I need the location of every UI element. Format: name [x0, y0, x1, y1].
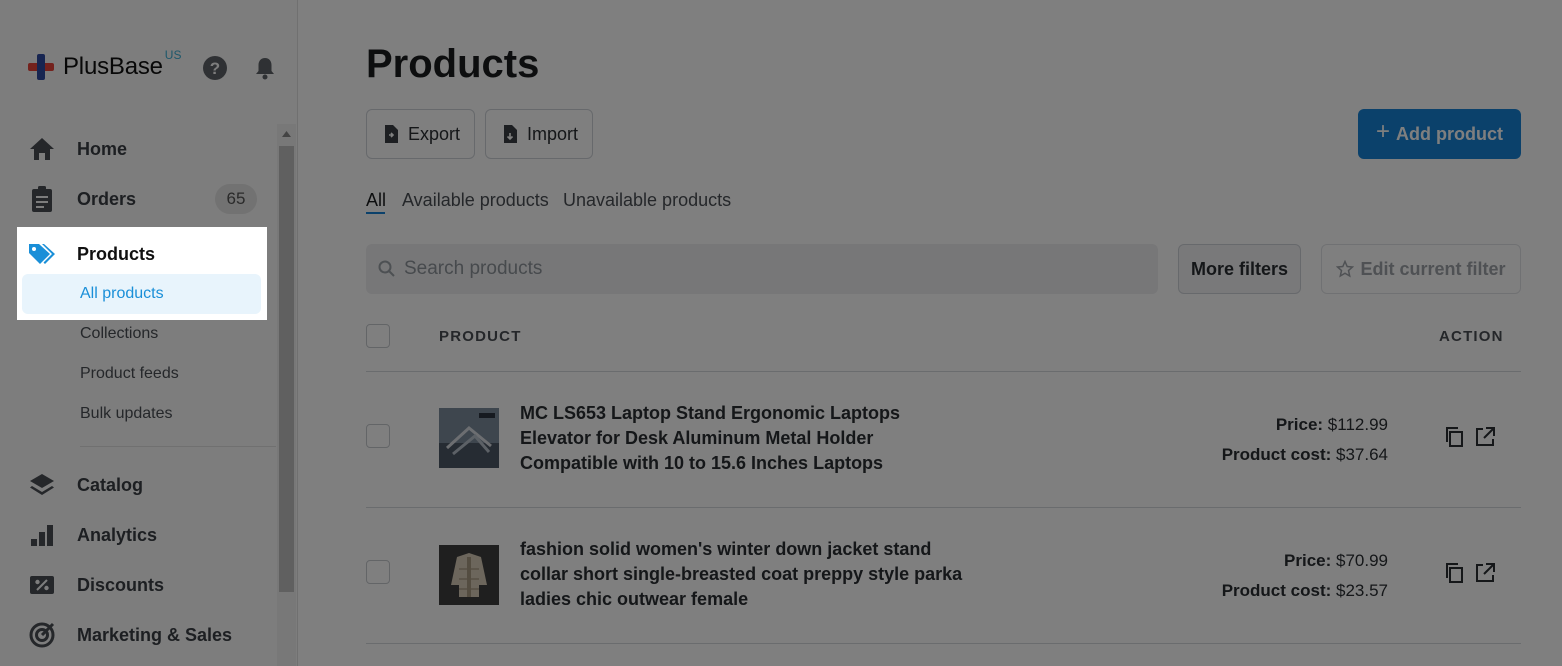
sidebar-item-products-highlighted[interactable]: Products	[26, 236, 266, 272]
row-divider	[366, 507, 1521, 508]
brand-name: PlusBase	[63, 53, 163, 80]
page-title: Products	[366, 42, 540, 86]
sidebar-item-label: Analytics	[77, 524, 158, 545]
sidebar-item-label: Marketing & Sales	[77, 624, 233, 645]
add-product-label: Add product	[1396, 123, 1503, 144]
sidebar-item-label: Products	[77, 243, 156, 264]
tutorial-spotlight: Products All products	[17, 227, 267, 320]
row-checkbox[interactable]	[366, 424, 390, 448]
sidebar: PlusBase US ? Home Orders 65 Collections…	[0, 0, 298, 666]
svg-text:?: ?	[210, 59, 220, 78]
table-header-divider	[366, 371, 1521, 372]
export-label: Export	[407, 123, 461, 144]
product-cost: Product cost: $23.57	[1221, 581, 1388, 600]
file-import-icon	[503, 125, 517, 143]
duplicate-icon[interactable]	[1444, 562, 1466, 584]
product-price: Price: $70.99	[1284, 551, 1388, 570]
sidebar-item-orders[interactable]: Orders 65	[26, 181, 266, 217]
help-icon[interactable]: ?	[202, 55, 228, 81]
sidebar-subitem-product-feeds[interactable]: Product feeds	[80, 365, 179, 383]
sidebar-divider	[80, 446, 276, 447]
search-input[interactable]	[404, 258, 1104, 280]
layers-icon	[26, 469, 58, 501]
column-header-action: ACTION	[1439, 328, 1504, 345]
select-all-checkbox[interactable]	[366, 324, 390, 348]
sidebar-item-analytics[interactable]: Analytics	[26, 517, 266, 553]
more-filters-button[interactable]: More filters	[1178, 244, 1301, 294]
product-title[interactable]: MC LS653 Laptop Stand Ergonomic Laptops …	[520, 401, 960, 476]
sidebar-scrollbar-thumb[interactable]	[279, 146, 294, 592]
sidebar-item-discounts[interactable]: Discounts	[26, 567, 266, 603]
sidebar-item-marketing-sales[interactable]: Marketing & Sales	[26, 617, 266, 653]
tab-all[interactable]: All	[366, 190, 386, 211]
sidebar-item-label: Home	[77, 138, 128, 159]
tab-unavailable-products[interactable]: Unavailable products	[563, 190, 731, 211]
product-title[interactable]: fashion solid women's winter down jacket…	[520, 537, 980, 612]
sidebar-item-home[interactable]: Home	[26, 131, 266, 167]
bell-icon[interactable]	[252, 55, 278, 81]
sidebar-subitem-collections[interactable]: Collections	[80, 325, 158, 343]
import-label: Import	[526, 123, 578, 144]
product-price: Price: $112.99	[1275, 415, 1388, 434]
scroll-up-arrow-icon[interactable]	[277, 124, 296, 144]
column-header-product: PRODUCT	[439, 328, 522, 345]
main-content: Products Export Import + Add product All…	[299, 0, 1562, 666]
sidebar-item-label: Catalog	[77, 474, 144, 495]
bar-chart-icon	[26, 519, 58, 551]
sidebar-subitem-all-products[interactable]: All products	[22, 274, 261, 314]
product-thumbnail[interactable]	[439, 408, 499, 468]
product-thumbnail[interactable]	[439, 545, 499, 605]
external-link-icon[interactable]	[1474, 426, 1496, 448]
orders-count-badge: 65	[215, 184, 257, 214]
target-icon	[26, 619, 58, 651]
sidebar-item-label: Orders	[77, 188, 137, 209]
duplicate-icon[interactable]	[1444, 426, 1466, 448]
search-icon	[378, 260, 395, 277]
file-export-icon	[384, 125, 398, 143]
star-icon	[1336, 260, 1355, 278]
plus-icon: +	[1376, 118, 1391, 145]
home-icon	[26, 133, 58, 165]
sidebar-subitem-bulk-updates[interactable]: Bulk updates	[80, 405, 173, 423]
brand[interactable]: PlusBase US	[26, 48, 182, 84]
edit-current-filter-button[interactable]: Edit current filter	[1321, 244, 1521, 294]
clipboard-icon	[26, 183, 58, 215]
discount-icon	[26, 569, 58, 601]
row-divider	[366, 643, 1521, 644]
add-product-button[interactable]: + Add product	[1358, 109, 1521, 159]
tab-active-underline	[366, 212, 385, 214]
edit-filter-label: Edit current filter	[1360, 258, 1506, 279]
product-cost: Product cost: $37.64	[1221, 445, 1388, 464]
row-checkbox[interactable]	[366, 560, 390, 584]
tag-icon	[26, 238, 58, 270]
external-link-icon[interactable]	[1474, 562, 1496, 584]
brand-region: US	[164, 48, 182, 62]
search-box[interactable]	[366, 244, 1158, 294]
sidebar-item-catalog[interactable]: Catalog	[26, 467, 266, 503]
export-button[interactable]: Export	[366, 109, 475, 159]
plusbase-logo-icon	[28, 54, 54, 80]
import-button[interactable]: Import	[485, 109, 593, 159]
tab-available-products[interactable]: Available products	[402, 190, 549, 211]
sidebar-item-label: Discounts	[77, 574, 165, 595]
